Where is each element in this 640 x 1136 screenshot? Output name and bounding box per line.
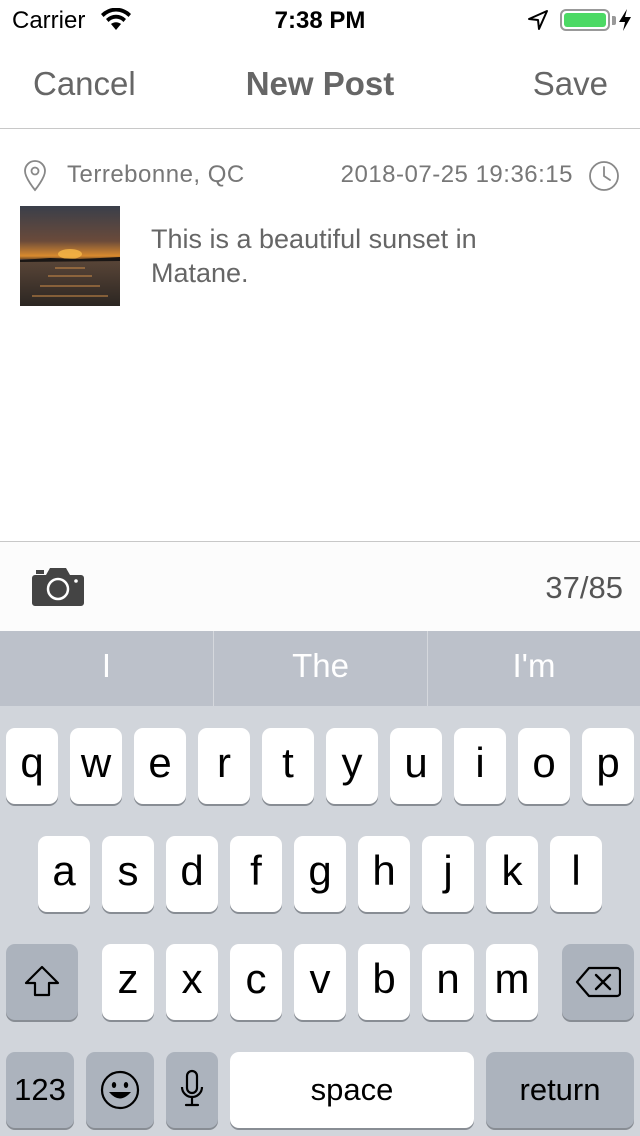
datetime-label[interactable]: 2018-07-25 19:36:15: [341, 161, 573, 189]
key-f[interactable]: f: [230, 836, 282, 912]
prediction-bar: I The I'm: [0, 631, 640, 706]
post-text-line: Matane.: [151, 258, 249, 288]
key-m[interactable]: m: [486, 944, 538, 1020]
accessory-toolbar: 37/85: [0, 541, 640, 631]
key-u[interactable]: u: [390, 728, 442, 804]
key-d[interactable]: d: [166, 836, 218, 912]
post-photo-thumbnail[interactable]: [20, 206, 120, 306]
emoji-key[interactable]: [86, 1052, 154, 1128]
key-c[interactable]: c: [230, 944, 282, 1020]
key-a[interactable]: a: [38, 836, 90, 912]
key-w[interactable]: w: [70, 728, 122, 804]
location-pin-icon[interactable]: [22, 160, 48, 197]
navigation-bar: Cancel New Post Save: [0, 40, 640, 129]
key-z[interactable]: z: [102, 944, 154, 1020]
prediction-suggestion[interactable]: I'm: [428, 631, 640, 706]
key-v[interactable]: v: [294, 944, 346, 1020]
cancel-button[interactable]: Cancel: [33, 65, 136, 103]
post-text-line: This is a beautiful sunset in: [151, 224, 477, 254]
key-t[interactable]: t: [262, 728, 314, 804]
return-key[interactable]: return: [486, 1052, 634, 1128]
key-l[interactable]: l: [550, 836, 602, 912]
location-arrow-icon: [527, 9, 549, 36]
numbers-key[interactable]: 123: [6, 1052, 74, 1128]
key-p[interactable]: p: [582, 728, 634, 804]
key-i[interactable]: i: [454, 728, 506, 804]
save-button[interactable]: Save: [533, 65, 608, 103]
key-k[interactable]: k: [486, 836, 538, 912]
clock-icon[interactable]: [588, 160, 620, 197]
battery-icon: [560, 9, 610, 31]
space-key[interactable]: space: [230, 1052, 474, 1128]
post-text-field[interactable]: This is a beautiful sunset in Matane.: [151, 222, 571, 290]
camera-icon[interactable]: [32, 566, 84, 611]
key-h[interactable]: h: [358, 836, 410, 912]
status-bar: Carrier 7:38 PM: [0, 0, 640, 40]
key-r[interactable]: r: [198, 728, 250, 804]
key-b[interactable]: b: [358, 944, 410, 1020]
key-n[interactable]: n: [422, 944, 474, 1020]
shift-key[interactable]: [6, 944, 78, 1020]
prediction-suggestion[interactable]: I: [0, 631, 213, 706]
prediction-suggestion[interactable]: The: [214, 631, 427, 706]
location-label[interactable]: Terrebonne, QC: [67, 161, 245, 189]
key-e[interactable]: e: [134, 728, 186, 804]
keyboard: I The I'm q w e r t y u i o p a s d f g …: [0, 631, 640, 1136]
delete-key[interactable]: [562, 944, 634, 1020]
key-y[interactable]: y: [326, 728, 378, 804]
microphone-key[interactable]: [166, 1052, 218, 1128]
charging-bolt-icon: [618, 8, 632, 37]
key-o[interactable]: o: [518, 728, 570, 804]
key-g[interactable]: g: [294, 836, 346, 912]
key-s[interactable]: s: [102, 836, 154, 912]
key-j[interactable]: j: [422, 836, 474, 912]
character-count: 37/85: [545, 570, 623, 605]
key-x[interactable]: x: [166, 944, 218, 1020]
key-q[interactable]: q: [6, 728, 58, 804]
